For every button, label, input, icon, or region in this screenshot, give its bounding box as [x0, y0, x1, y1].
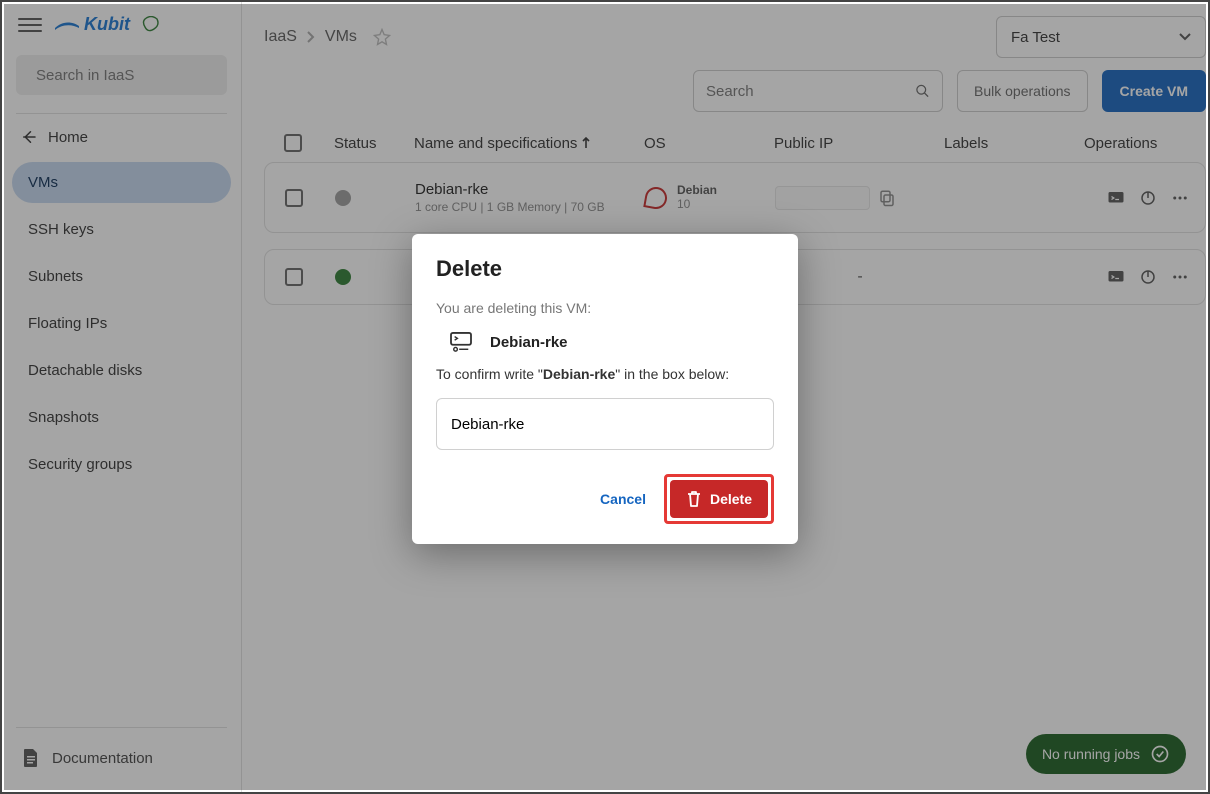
- modal-overlay[interactable]: Delete You are deleting this VM: Debian-…: [4, 4, 1206, 790]
- delete-button[interactable]: Delete: [670, 480, 768, 518]
- modal-confirm-text: To confirm write "Debian-rke" in the box…: [436, 366, 774, 382]
- modal-title: Delete: [436, 256, 774, 282]
- trash-icon: [686, 490, 702, 508]
- delete-button-highlight: Delete: [664, 474, 774, 524]
- vm-icon: [450, 332, 472, 352]
- modal-subtitle: You are deleting this VM:: [436, 300, 774, 316]
- delete-modal: Delete You are deleting this VM: Debian-…: [412, 234, 798, 544]
- cancel-button[interactable]: Cancel: [590, 483, 656, 515]
- delete-label: Delete: [710, 491, 752, 507]
- modal-entity-name: Debian-rke: [490, 334, 568, 351]
- confirm-input[interactable]: [436, 398, 774, 450]
